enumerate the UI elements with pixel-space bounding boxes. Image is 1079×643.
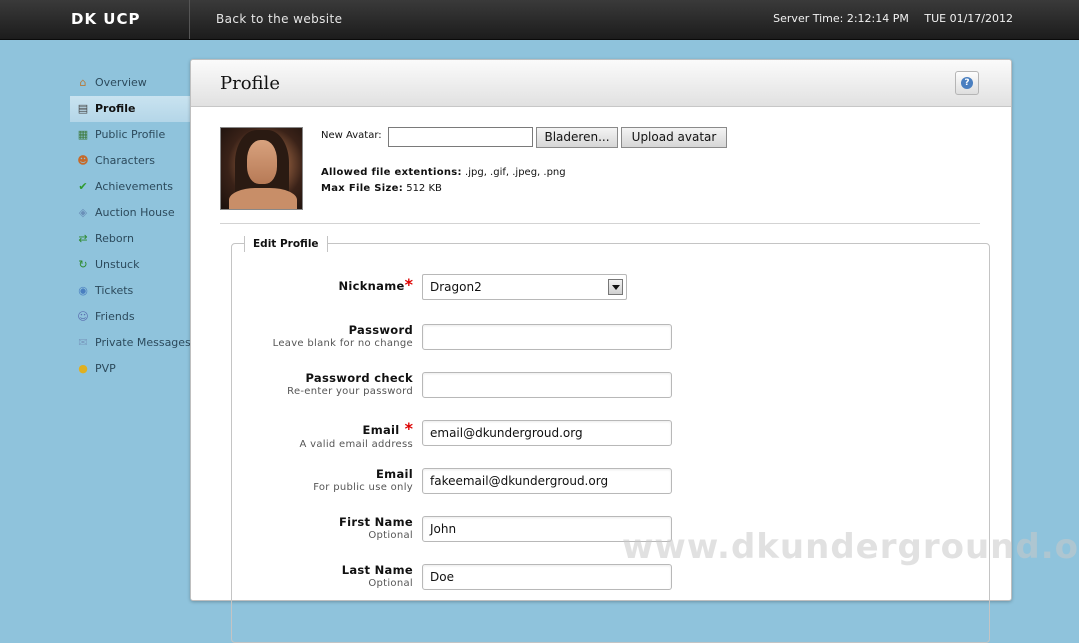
sidebar-item-characters[interactable]: ☻ Characters [70,148,190,174]
server-time: Server Time: 2:12:14 PM TUE 01/17/2012 [773,0,1013,37]
page-title: Profile [220,73,280,94]
password-label: Password [348,323,413,337]
sidebar-item-overview[interactable]: ⌂ Overview [70,70,190,96]
checkmark-icon: ✔ [78,180,88,193]
sidebar-item-label: Public Profile [95,128,166,141]
sidebar-item-pvp[interactable]: ● PVP [70,356,190,382]
email-row: Email * A valid email address email@dkun… [232,419,991,459]
divider [220,223,980,224]
unstuck-icon: ↻ [78,258,88,271]
back-to-website-link[interactable]: Back to the website [216,0,342,39]
new-avatar-label: New Avatar: [321,130,382,141]
password-check-hint: Re-enter your password [287,386,413,397]
sidebar-item-label: Profile [95,102,136,115]
required-marker: * [404,275,413,294]
public-email-row: Email For public use only fakeemail@dkun… [232,467,991,507]
watermark: www.dkunderground.org [622,527,1079,567]
top-bar: DK UCP Back to the website Server Time: … [0,0,1079,40]
messages-icon: ✉ [78,336,88,349]
sidebar-item-label: Characters [95,154,156,167]
allowed-extensions: Allowed file extentions: .jpg, .gif, .jp… [321,167,566,178]
public-email-hint: For public use only [313,482,413,493]
sidebar-item-label: Reborn [95,232,134,245]
nickname-select[interactable]: Dragon2 [422,274,627,300]
sidebar-item-label: Unstuck [95,258,140,271]
last-name-row: Last Name Optional Doe [232,563,991,603]
required-marker: * [404,419,413,438]
sidebar-item-label: Auction House [95,206,175,219]
nickname-label: Nickname [338,279,405,293]
password-hint: Leave blank for no change [272,338,413,349]
sidebar-item-unstuck[interactable]: ↻ Unstuck [70,252,190,278]
pvp-icon: ● [78,362,88,375]
profile-card-icon: ▤ [77,102,89,115]
nickname-select-value: Dragon2 [430,280,482,294]
password-check-label: Password check [305,371,413,385]
sidebar-item-label: PVP [95,362,116,375]
sidebar-item-tickets[interactable]: ◉ Tickets [70,278,190,304]
max-size-value: 512 KB [406,183,442,194]
email-field[interactable]: email@dkundergroud.org [422,420,672,446]
avatar-image [220,127,303,210]
email-hint: A valid email address [299,439,413,450]
last-name-field[interactable]: Doe [422,564,672,590]
password-field[interactable] [422,324,672,350]
sidebar-nav: ⌂ Overview ▤ Profile ▦ Public Profile ☻ … [70,70,191,382]
public-profile-icon: ▦ [77,128,89,141]
nickname-row: Nickname* Dragon2 [232,274,991,315]
sidebar-item-reborn[interactable]: ⇄ Reborn [70,226,190,252]
ticket-icon: ◉ [78,284,88,297]
chevron-down-icon [608,279,623,295]
characters-icon: ☻ [77,154,89,167]
server-time-text: Server Time: 2:12:14 PM [773,12,909,25]
server-date-text: TUE 01/17/2012 [924,12,1013,25]
main-panel: Profile ? New Avatar: Bladeren... Upload… [190,59,1012,643]
max-size-label: Max File Size: [321,183,404,194]
sidebar-item-label: Private Messages [95,336,191,349]
avatar-file-input[interactable] [388,127,533,147]
password-check-field[interactable] [422,372,672,398]
sidebar-item-label: Overview [95,76,147,89]
browse-button[interactable]: Bladeren... [536,127,618,148]
max-file-size: Max File Size: 512 KB [321,183,442,194]
brand-logo[interactable]: DK UCP [0,0,190,39]
email-label: Email [362,423,400,437]
help-button[interactable]: ? [955,71,979,95]
panel-header: Profile ? [191,60,1011,107]
friends-icon: ☺ [77,310,89,323]
sidebar-item-label: Tickets [95,284,134,297]
public-email-field[interactable]: fakeemail@dkundergroud.org [422,468,672,494]
sidebar-item-achievements[interactable]: ✔ Achievements [70,174,190,200]
extensions-label: Allowed file extentions: [321,167,462,178]
sidebar-item-profile[interactable]: ▤ Profile [70,96,190,122]
upload-avatar-button[interactable]: Upload avatar [621,127,727,148]
sidebar-item-auction-house[interactable]: ◈ Auction House [70,200,190,226]
last-name-label: Last Name [341,563,413,577]
fieldset-legend: Edit Profile [244,236,328,252]
tag-icon: ◈ [78,206,88,219]
sidebar-item-label: Friends [95,310,135,323]
sidebar-item-friends[interactable]: ☺ Friends [70,304,190,330]
first-name-hint: Optional [368,530,413,541]
home-icon: ⌂ [79,76,87,89]
sidebar-item-label: Achievements [95,180,173,193]
help-icon: ? [961,77,973,89]
edit-profile-fieldset: Edit Profile Nickname* Dragon2 Password … [231,236,991,643]
sidebar-item-public-profile[interactable]: ▦ Public Profile [70,122,190,148]
reborn-icon: ⇄ [78,232,88,245]
password-check-row: Password check Re-enter your password [232,371,991,411]
sidebar-item-private-messages[interactable]: ✉ Private Messages [70,330,190,356]
extensions-value: .jpg, .gif, .jpeg, .png [465,167,566,178]
public-email-label: Email [376,467,413,481]
password-row: Password Leave blank for no change [232,323,991,363]
first-name-label: First Name [339,515,413,529]
